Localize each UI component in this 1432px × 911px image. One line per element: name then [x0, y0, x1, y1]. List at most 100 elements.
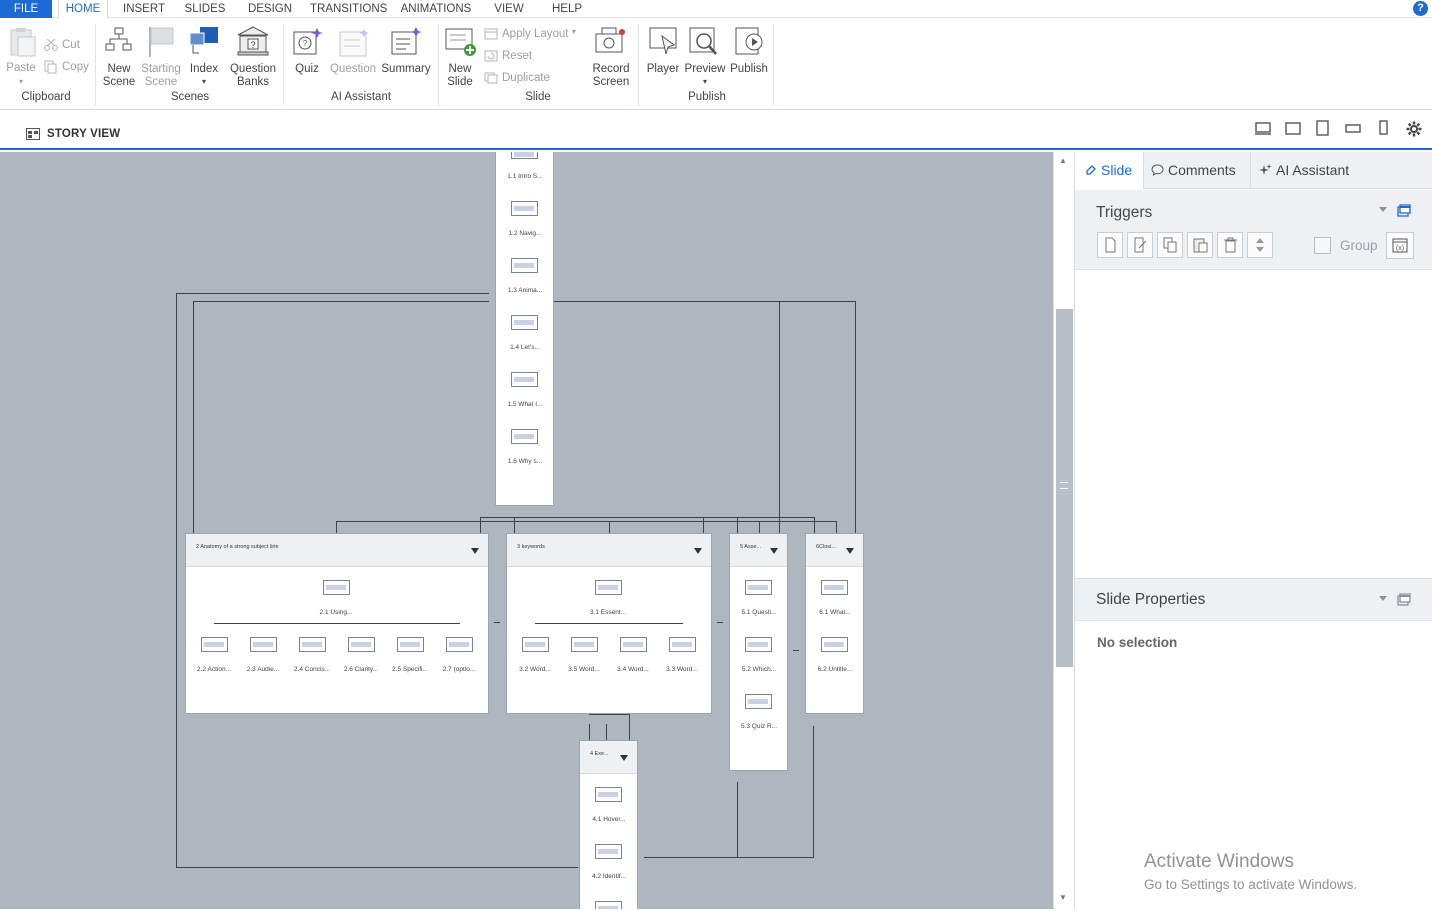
slide-thumbnail[interactable] [595, 844, 622, 859]
collapse-arrow-icon[interactable] [1379, 596, 1387, 601]
slide-thumbnail[interactable] [348, 637, 375, 652]
duplicate-button[interactable]: Duplicate [502, 72, 550, 84]
gear-icon[interactable] [1406, 121, 1422, 137]
copy-button[interactable]: Copy [62, 61, 89, 73]
slide-thumbnail[interactable] [511, 315, 538, 330]
desktop-view-icon[interactable] [1255, 122, 1271, 136]
tab-help[interactable]: HELP [548, 0, 586, 18]
slide-thumbnail[interactable] [669, 637, 696, 652]
slide-thumbnail[interactable] [201, 637, 228, 652]
dropdown-arrow-icon[interactable] [770, 548, 778, 554]
index-icon [189, 27, 218, 54]
slide-thumbnail[interactable] [511, 152, 538, 159]
panel-tabs: Slide Comments AI Assistant [1075, 152, 1432, 189]
slide-thumbnail[interactable] [595, 787, 622, 802]
group-checkbox[interactable] [1314, 237, 1331, 254]
paste-trigger-button[interactable] [1187, 232, 1213, 258]
slide-thumbnail[interactable] [511, 429, 538, 444]
edit-trigger-button[interactable] [1127, 232, 1153, 258]
move-trigger-button[interactable] [1247, 232, 1273, 258]
dropdown-arrow-icon[interactable] [471, 548, 479, 554]
slide-label: 2.3 Audie... [246, 666, 280, 673]
connector-line [717, 622, 723, 623]
tab-comments[interactable]: Comments [1145, 152, 1249, 189]
comment-icon [1151, 164, 1164, 176]
scene-card-5[interactable]: 5 Asse... 5.1 Questi... 5.2 Which... 5.3… [729, 533, 788, 771]
tablet-landscape-icon[interactable] [1285, 122, 1301, 136]
slide-thumbnail[interactable] [511, 258, 538, 273]
cut-button[interactable]: Cut [62, 39, 80, 51]
new-slide-label-2: Slide [447, 76, 473, 88]
dropdown-arrow-icon[interactable] [694, 548, 702, 554]
tab-design[interactable]: DESIGN [246, 0, 294, 18]
collapse-arrow-icon[interactable] [1379, 207, 1387, 212]
slide-thumbnail[interactable] [745, 580, 772, 595]
slide-thumbnail[interactable] [323, 580, 350, 595]
apply-layout-button[interactable]: Apply Layout [502, 28, 569, 40]
delete-trigger-button[interactable] [1217, 232, 1243, 258]
tab-insert[interactable]: INSERT [118, 0, 170, 18]
scene-card-3[interactable]: 3 keywords 3.1 Essent... 3.2 Word... 3.5… [506, 533, 712, 714]
tab-view[interactable]: VIEW [490, 0, 528, 18]
divider [535, 623, 683, 624]
phone-landscape-icon[interactable] [1345, 123, 1361, 135]
copy-trigger-button[interactable] [1157, 232, 1183, 258]
slide-thumbnail[interactable] [299, 637, 326, 652]
scene-card-4[interactable]: 4 Exe... 4.1 Hover... 4.2 Identif... [579, 740, 638, 909]
slide-label: 3.2 Word... [519, 666, 551, 673]
scene-card-1[interactable]: 1.1 Intro S... 1.2 Navig... 1.3 Anima...… [495, 152, 554, 506]
story-canvas[interactable]: 1.1 Intro S... 1.2 Navig... 1.3 Anima...… [0, 152, 1053, 909]
slide-thumbnail[interactable] [821, 580, 848, 595]
slide-thumbnail[interactable] [745, 637, 772, 652]
help-icon[interactable]: ? [1413, 1, 1428, 16]
slide-label: 6.1 What... [819, 609, 851, 616]
vertical-scrollbar[interactable]: ▲ ▼ [1053, 152, 1074, 909]
tab-file[interactable]: FILE [0, 0, 52, 18]
slide-thumbnail[interactable] [511, 201, 538, 216]
connector-line [737, 782, 738, 858]
slide-thumbnail[interactable] [446, 637, 473, 652]
slide-thumbnail[interactable] [522, 637, 549, 652]
scene-card-2[interactable]: 2 Anatomy of a strong subject line 2.1 U… [185, 533, 489, 714]
up-down-arrows-icon [1256, 238, 1264, 252]
phone-portrait-icon[interactable] [1378, 120, 1390, 136]
connector-line [779, 301, 780, 533]
slide-thumbnail[interactable] [745, 694, 772, 709]
variables-icon: (x) [1392, 238, 1408, 253]
connector-line [494, 622, 500, 623]
dropdown-arrow-icon[interactable] [620, 755, 628, 761]
tablet-portrait-icon[interactable] [1316, 120, 1330, 136]
slide-thumbnail[interactable] [250, 637, 277, 652]
ai-assistant-group-label: AI Assistant [330, 91, 392, 103]
reset-button[interactable]: Reset [502, 50, 532, 62]
new-trigger-button[interactable] [1097, 232, 1123, 258]
slide-thumbnail[interactable] [511, 372, 538, 387]
quiz-icon: ? [293, 28, 323, 55]
tab-ai-assistant[interactable]: AI Assistant [1250, 152, 1362, 189]
scroll-up-icon[interactable]: ▲ [1059, 156, 1067, 165]
dropdown-arrow-icon[interactable] [846, 548, 854, 554]
popout-icon[interactable] [1397, 204, 1411, 217]
slide-thumbnail[interactable] [595, 901, 622, 909]
tab-home[interactable]: HOME [58, 0, 108, 18]
scene-card-6[interactable]: 6Closi... 6.1 What... 6.2 Untitle... [805, 533, 864, 714]
tab-transitions[interactable]: TRANSITIONS [310, 0, 387, 18]
slide-thumbnail[interactable] [571, 637, 598, 652]
tab-slide[interactable]: Slide [1075, 152, 1144, 189]
publish-group-label: Publish [688, 91, 726, 103]
popout-icon[interactable] [1397, 593, 1411, 606]
story-view-tab[interactable]: STORY VIEW [47, 128, 120, 140]
tab-animations[interactable]: ANIMATIONS [400, 0, 472, 18]
slide-thumbnail[interactable] [397, 637, 424, 652]
tab-slides[interactable]: SLIDES [182, 0, 228, 18]
connector-line [176, 293, 489, 294]
paste-label: Paste [6, 62, 36, 74]
scroll-down-icon[interactable]: ▼ [1059, 893, 1067, 902]
scene-header: 6Closi... [806, 534, 863, 567]
slide-thumbnail[interactable] [620, 637, 647, 652]
new-slide-label-1: New [448, 63, 472, 75]
slide-thumbnail[interactable] [821, 637, 848, 652]
slide-label: 5.3 Quiz R... [740, 723, 778, 730]
slide-thumbnail[interactable] [595, 580, 622, 595]
variables-button[interactable]: (x) [1386, 232, 1414, 259]
